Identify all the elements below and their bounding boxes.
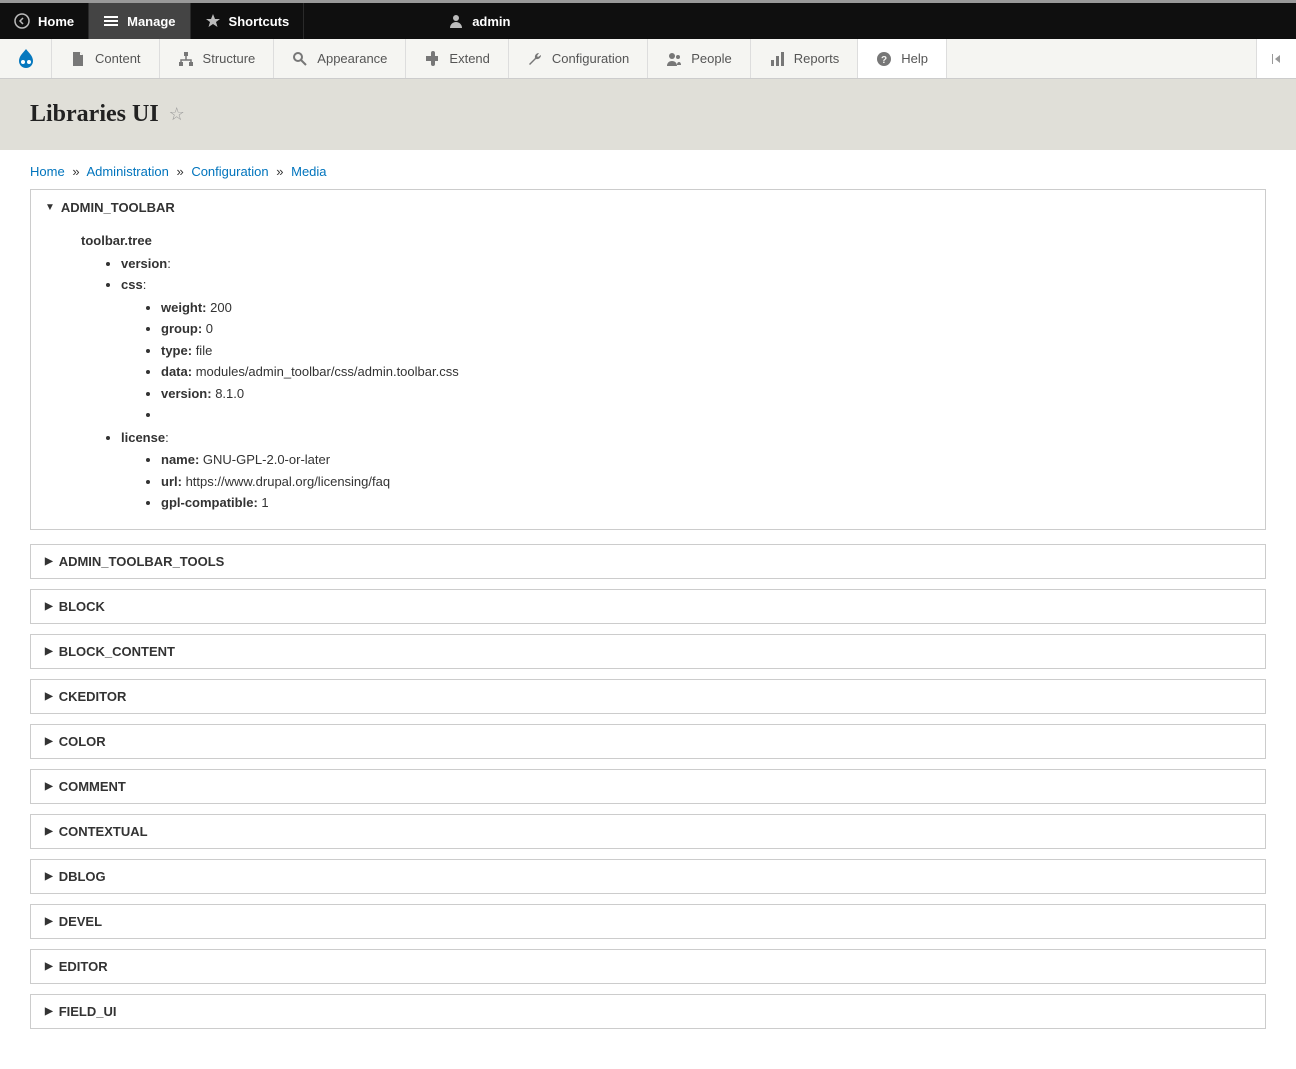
details-collapsed-label: COLOR: [59, 734, 106, 749]
back-arrow-icon: [14, 13, 30, 29]
admin-tab-configuration[interactable]: Configuration: [509, 39, 648, 78]
toolbar-collapse-button[interactable]: [1256, 39, 1296, 78]
user-icon: [448, 13, 464, 29]
breadcrumb: Home » Administration » Configuration » …: [0, 150, 1296, 189]
breadcrumb-media[interactable]: Media: [291, 164, 326, 179]
page-title: Libraries UI: [30, 101, 159, 128]
triangle-right-icon: ▶: [45, 691, 53, 702]
details-collapsed-label: DBLOG: [59, 869, 106, 884]
toolbar-admin: Content Structure Appearance Extend Conf…: [0, 39, 1296, 79]
toolbar-shortcuts[interactable]: Shortcuts: [191, 3, 305, 39]
details-summary[interactable]: ▼ ADMIN_TOOLBAR: [31, 190, 1265, 225]
breadcrumb-admin[interactable]: Administration: [86, 164, 168, 179]
toolbar-user-label: admin: [472, 14, 510, 29]
details-collapsed[interactable]: ▶ BLOCK: [30, 589, 1266, 624]
structure-icon: [178, 51, 194, 67]
favorite-star-icon[interactable]: ☆: [169, 104, 185, 125]
details-collapsed-label: ADMIN_TOOLBAR_TOOLS: [59, 554, 225, 569]
triangle-right-icon: ▶: [45, 916, 53, 927]
details-collapsed-label: BLOCK: [59, 599, 105, 614]
details-collapsed-label: FIELD_UI: [59, 1004, 117, 1019]
tree-version: version:: [121, 253, 1245, 275]
details-body: toolbar.tree version: css: weight: 200 g…: [31, 225, 1265, 529]
admin-tab-reports[interactable]: Reports: [751, 39, 859, 78]
triangle-right-icon: ▶: [45, 1006, 53, 1017]
triangle-down-icon: ▼: [45, 202, 55, 213]
tree-name: toolbar.tree: [81, 231, 1245, 251]
details-collapsed[interactable]: ▶ EDITOR: [30, 949, 1266, 984]
details-collapsed[interactable]: ▶ CONTEXTUAL: [30, 814, 1266, 849]
details-admin-toolbar: ▼ ADMIN_TOOLBAR toolbar.tree version: cs…: [30, 189, 1266, 530]
admin-tab-help[interactable]: ? Help: [858, 39, 947, 78]
details-collapsed[interactable]: ▶ CKEDITOR: [30, 679, 1266, 714]
toolbar-home-label: Home: [38, 14, 74, 29]
triangle-right-icon: ▶: [45, 646, 53, 657]
content-region: ▼ ADMIN_TOOLBAR toolbar.tree version: cs…: [0, 189, 1296, 1069]
hamburger-icon: [103, 13, 119, 29]
appearance-icon: [292, 51, 308, 67]
toolbar-manage-label: Manage: [127, 14, 175, 29]
toolbar-manage[interactable]: Manage: [89, 3, 190, 39]
triangle-right-icon: ▶: [45, 961, 53, 972]
toolbar-shortcuts-label: Shortcuts: [229, 14, 290, 29]
details-collapsed-label: EDITOR: [59, 959, 108, 974]
drupal-logo[interactable]: [0, 39, 52, 78]
triangle-right-icon: ▶: [45, 826, 53, 837]
people-icon: [666, 51, 682, 67]
wrench-icon: [527, 51, 543, 67]
admin-tab-people[interactable]: People: [648, 39, 750, 78]
svg-text:?: ?: [881, 55, 887, 66]
details-collapsed-label: CONTEXTUAL: [59, 824, 148, 839]
details-collapsed-label: BLOCK_CONTENT: [59, 644, 175, 659]
triangle-right-icon: ▶: [45, 871, 53, 882]
extend-icon: [424, 51, 440, 67]
details-collapsed[interactable]: ▶ COLOR: [30, 724, 1266, 759]
breadcrumb-home[interactable]: Home: [30, 164, 65, 179]
admin-tab-content[interactable]: Content: [52, 39, 160, 78]
admin-tab-extend[interactable]: Extend: [406, 39, 508, 78]
document-icon: [70, 51, 86, 67]
details-collapsed[interactable]: ▶ BLOCK_CONTENT: [30, 634, 1266, 669]
star-icon: [205, 13, 221, 29]
triangle-right-icon: ▶: [45, 781, 53, 792]
breadcrumb-config[interactable]: Configuration: [191, 164, 268, 179]
details-collapsed[interactable]: ▶ DEVEL: [30, 904, 1266, 939]
toolbar-user[interactable]: admin: [434, 3, 524, 39]
details-collapsed[interactable]: ▶ FIELD_UI: [30, 994, 1266, 1029]
reports-icon: [769, 51, 785, 67]
help-icon: ?: [876, 51, 892, 67]
details-collapsed-label: DEVEL: [59, 914, 102, 929]
details-collapsed[interactable]: ▶ ADMIN_TOOLBAR_TOOLS: [30, 544, 1266, 579]
triangle-right-icon: ▶: [45, 736, 53, 747]
details-collapsed-label: COMMENT: [59, 779, 126, 794]
admin-tab-appearance[interactable]: Appearance: [274, 39, 406, 78]
details-collapsed[interactable]: ▶ COMMENT: [30, 769, 1266, 804]
triangle-right-icon: ▶: [45, 556, 53, 567]
details-collapsed-label: CKEDITOR: [59, 689, 127, 704]
title-region: Libraries UI ☆: [0, 79, 1296, 150]
admin-tab-structure[interactable]: Structure: [160, 39, 275, 78]
triangle-right-icon: ▶: [45, 601, 53, 612]
toolbar-top: Home Manage Shortcuts admin: [0, 0, 1296, 39]
collapsed-list: ▶ ADMIN_TOOLBAR_TOOLS ▶ BLOCK ▶ BLOCK_CONTENT…: [30, 544, 1266, 1029]
tree-css: css: weight: 200 group: 0 type: file dat…: [121, 274, 1245, 427]
details-collapsed[interactable]: ▶ DBLOG: [30, 859, 1266, 894]
tree-license: license: name: GNU-GPL-2.0-or-later url:…: [121, 427, 1245, 515]
toolbar-home[interactable]: Home: [0, 3, 89, 39]
